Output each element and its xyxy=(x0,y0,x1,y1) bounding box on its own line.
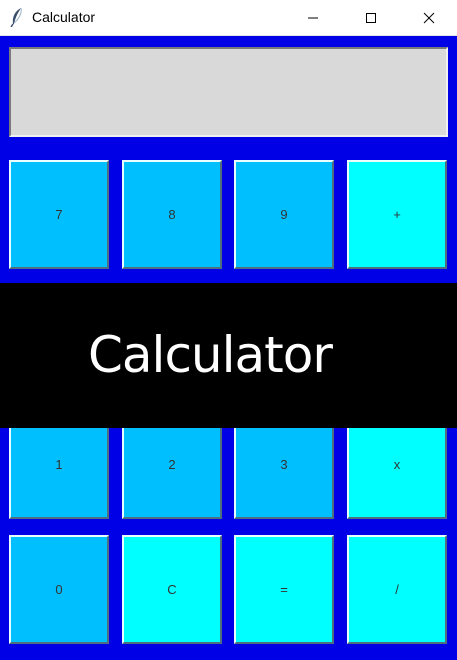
display-field[interactable] xyxy=(9,47,448,137)
maximize-icon xyxy=(365,12,377,24)
minimize-button[interactable] xyxy=(290,0,336,36)
key-8[interactable]: 8 xyxy=(122,160,222,269)
close-icon xyxy=(423,12,435,24)
banner-title: Calculator xyxy=(88,326,333,384)
key-9[interactable]: 9 xyxy=(234,160,334,269)
key-divide[interactable]: / xyxy=(347,535,447,644)
key-equals[interactable]: = xyxy=(234,535,334,644)
title-bar[interactable]: Calculator xyxy=(0,0,457,36)
key-0[interactable]: 0 xyxy=(9,535,109,644)
feather-icon xyxy=(9,7,25,28)
calculator-window: Calculator 7 8 9 + 1 2 3 x 0 C = / Calcu… xyxy=(0,0,457,660)
close-button[interactable] xyxy=(406,0,452,36)
key-add[interactable]: + xyxy=(347,160,447,269)
window-title: Calculator xyxy=(32,9,96,25)
key-7[interactable]: 7 xyxy=(9,160,109,269)
key-clear[interactable]: C xyxy=(122,535,222,644)
minimize-icon xyxy=(307,12,319,24)
maximize-button[interactable] xyxy=(348,0,394,36)
